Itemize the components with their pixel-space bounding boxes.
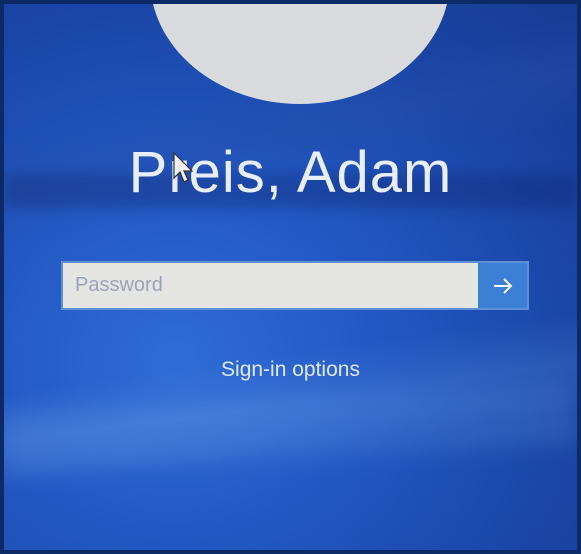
background-band [4, 384, 577, 474]
arrow-right-icon [493, 277, 512, 294]
password-input[interactable] [63, 263, 478, 308]
lock-screen: Preis, Adam Sign-in options [4, 4, 577, 550]
mouse-cursor-icon [173, 152, 194, 183]
submit-button[interactable] [478, 263, 527, 308]
user-name: Preis, Adam [128, 140, 453, 205]
user-avatar [150, 4, 450, 104]
password-box [61, 261, 529, 310]
sign-in-options-link[interactable]: Sign-in options [4, 358, 577, 382]
